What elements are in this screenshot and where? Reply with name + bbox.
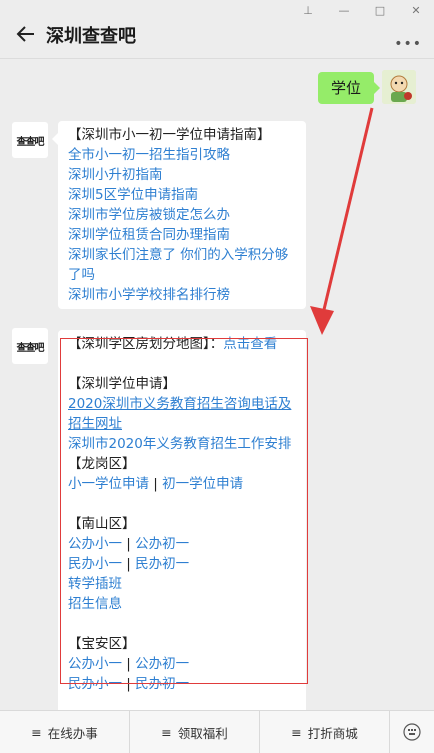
tab-label: 领取福利 — [177, 725, 228, 741]
user-message-bubble: 学位 — [317, 72, 381, 104]
separator: | — [126, 656, 131, 672]
menu-lines-icon: ≡ — [161, 724, 172, 740]
nanshan-transfer-link[interactable]: 转学插班 — [68, 574, 296, 594]
baoan-private-primary-link[interactable]: 民办小一 — [68, 676, 122, 692]
separator: | — [126, 556, 131, 572]
tab-label: 打折商城 — [307, 725, 358, 741]
baoan-public-middle-link[interactable]: 公办初一 — [135, 656, 189, 672]
nanshan-public-primary-link[interactable]: 公办小一 — [68, 536, 122, 552]
user-avatar[interactable] — [382, 70, 416, 104]
link-consult-phone-cont[interactable]: 招生网址 — [68, 414, 296, 434]
longgang-heading: 【龙岗区】 — [68, 456, 136, 472]
keyboard-toggle-button[interactable] — [390, 711, 434, 753]
menu-lines-icon: ≡ — [31, 724, 42, 740]
menu-lines-icon: ≡ — [291, 724, 302, 740]
keyboard-icon — [403, 723, 421, 741]
nanshan-heading: 【南山区】 — [68, 516, 136, 532]
link-admission-points[interactable]: 深圳家长们注意了 你们的入学积分够 — [68, 245, 296, 265]
message-bubble-school-districts: 【深圳学区房划分地图】：点击查看 【深圳学位申请】 2020深圳市义务教育招生咨… — [58, 330, 306, 716]
nanshan-private-middle-link[interactable]: 民办初一 — [135, 556, 189, 572]
map-heading: 【深圳学区房划分地图】： — [68, 336, 224, 352]
bottom-menu: ≡ 在线办事 ≡ 领取福利 ≡ 打折商城 — [0, 710, 434, 753]
back-arrow-icon[interactable] — [14, 22, 38, 46]
tab-label: 在线办事 — [47, 725, 98, 741]
nanshan-public-middle-link[interactable]: 公办初一 — [135, 536, 189, 552]
cartoon-avatar-icon — [382, 70, 416, 104]
baoan-public-primary-link[interactable]: 公办小一 — [68, 656, 122, 672]
bot-avatar[interactable]: 查查吧 — [12, 122, 48, 158]
view-map-link[interactable]: 点击查看 — [223, 336, 277, 352]
link-five-district-guide[interactable]: 深圳5区学位申请指南 — [68, 185, 296, 205]
separator: | — [126, 536, 131, 552]
message-bubble-guide: 【深圳市小一初一学位申请指南】 全市小一初一招生指引攻略 深圳小升初指南 深圳5… — [52, 121, 306, 309]
link-locked-school-house[interactable]: 深圳市学位房被锁定怎么办 — [68, 205, 296, 225]
bot-avatar[interactable]: 查查吧 — [12, 328, 48, 364]
link-admission-points-cont[interactable]: 了吗 — [68, 265, 296, 285]
nanshan-info-link[interactable]: 招生信息 — [68, 594, 296, 614]
longgang-primary-link[interactable]: 小一学位申请 — [68, 476, 149, 492]
baoan-private-middle-link[interactable]: 民办初一 — [135, 676, 189, 692]
link-enrollment-guide[interactable]: 全市小一初一招生指引攻略 — [68, 145, 296, 165]
longgang-middle-link[interactable]: 初一学位申请 — [162, 476, 243, 492]
baoan-heading: 【宝安区】 — [68, 636, 136, 652]
chat-header: 深圳查查吧 ••• — [0, 14, 434, 56]
link-consult-phone[interactable]: 2020深圳市义务教育招生咨询电话及 — [68, 394, 296, 414]
link-primary-to-middle[interactable]: 深圳小升初指南 — [68, 165, 296, 185]
tab-discount-mall[interactable]: ≡ 打折商城 — [260, 711, 390, 753]
link-lease-contract[interactable]: 深圳学位租赁合同办理指南 — [68, 225, 296, 245]
header-divider — [0, 58, 434, 59]
page-title: 深圳查查吧 — [46, 26, 136, 47]
more-options-icon[interactable]: ••• — [394, 36, 422, 52]
tab-online-services[interactable]: ≡ 在线办事 — [0, 711, 130, 753]
guide-heading: 【深圳市小一初一学位申请指南】 — [68, 127, 271, 143]
tab-get-benefits[interactable]: ≡ 领取福利 — [130, 711, 260, 753]
link-2020-arrangement[interactable]: 深圳市2020年义务教育招生工作安排 — [68, 434, 296, 454]
apply-heading: 【深圳学位申请】 — [68, 376, 176, 392]
link-school-ranking[interactable]: 深圳市小学学校排名排行榜 — [68, 285, 296, 305]
separator: | — [153, 476, 158, 492]
nanshan-private-primary-link[interactable]: 民办小一 — [68, 556, 122, 572]
separator: | — [126, 676, 131, 692]
